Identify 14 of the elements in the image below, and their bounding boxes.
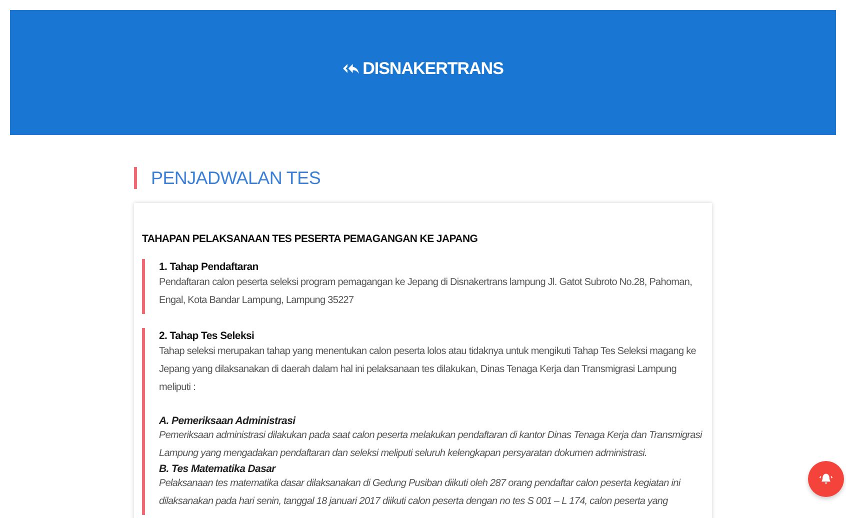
- step-title: 1. Tahap Pendaftaran: [159, 261, 260, 273]
- subsection-title: B. Tes Matematika Dasar: [159, 463, 278, 475]
- reply-all-icon: [342, 63, 359, 74]
- notification-button[interactable]: [808, 461, 844, 497]
- step-text: Tahap seleksi merupakan tahap yang menentukan calon peserta lolos atau tidaknya untuk mengikuti Tahap Tes Seleksi magang ke Jepang yang dilaksanakan di daerah dalam hal ini pelaksanaan tes dilakukan, Dinas Tenaga Kerja dan Transmigrasi Lampung meliputi :: [159, 345, 697, 395]
- subsection-text: Pelaksanaan tes matematika dasar dilaksanakan di Gedung Pusiban diikuti oleh 287 orang pendaftar calon peserta kegiatan ini dilaksanakan pada hari senin, tanggal 18 januari 2017 diikuti calon peserta dengan no tes S 001 – L 174, calon peserta yang: [159, 477, 682, 509]
- home-link[interactable]: DISNAKERTRANS: [342, 58, 504, 86]
- article-heading: TAHAPAN PELAKSANAAN TES PESERTA PEMAGANGAN KE JAPANG: [142, 233, 479, 245]
- step-text: Pendaftaran calon peserta seleksi program pemagangan ke Jepang di Disnakertrans lampung Jl. Gatot Subroto No.28, Pahoman, Engal, Kota Bandar Lampung, Lampung 35227: [159, 276, 693, 308]
- page-title: PENJADWALAN TES: [134, 167, 712, 189]
- bell-icon: [819, 472, 833, 486]
- subsection-title: A. Pemeriksaan Administrasi: [159, 415, 297, 427]
- step-title: 2. Tahap Tes Seleksi: [159, 330, 256, 342]
- subsection-text: Pemeriksaan administrasi dilakukan pada saat calon peserta melakukan pendaftaran di kantor Dinas Tenaga Kerja dan Transmigrasi Lampung yang mengadakan pendaftaran dan seleksi meliputi seluruh kelengkapan persyaratan dokumen administrasi.: [159, 429, 704, 461]
